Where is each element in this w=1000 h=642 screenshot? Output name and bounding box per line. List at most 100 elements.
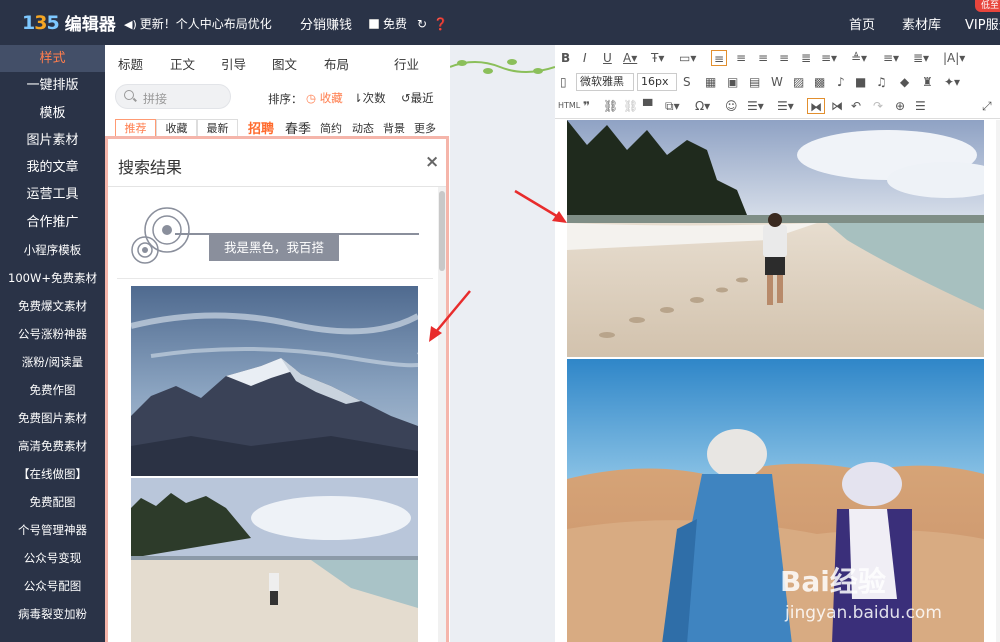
undo-icon[interactable]: ↶	[851, 98, 861, 114]
unordered-list-icon[interactable]: ☰▾	[777, 98, 794, 114]
sidebar-item-ops-tools[interactable]: 运营工具	[0, 181, 105, 208]
merge-icon[interactable]: ⧒	[831, 98, 843, 114]
sidebar-item-one-click-layout[interactable]: 一键排版	[0, 72, 105, 99]
logo[interactable]: 135 编辑器	[22, 10, 116, 36]
beach-image[interactable]	[567, 120, 984, 357]
table-icon[interactable]: ▦	[705, 74, 716, 90]
sidebar-item-free-images[interactable]: 免费图片素材	[0, 404, 105, 432]
mountain-photo[interactable]	[131, 286, 418, 476]
align-right-icon[interactable]: ≡	[758, 50, 768, 66]
highlight-icon[interactable]: ▭▾	[679, 50, 696, 66]
sidebar-item-hd-assets[interactable]: 高清免费素材	[0, 432, 105, 460]
sort-favorites[interactable]: ◷ 收藏	[306, 90, 343, 106]
sidebar-item-miniapp[interactable]: 小程序模板	[0, 236, 105, 264]
word-icon[interactable]: W	[771, 74, 783, 90]
mic-icon[interactable]: ♪	[837, 74, 845, 90]
sidebar-item-viral-assets[interactable]: 免费爆文素材	[0, 292, 105, 320]
align-left-icon[interactable]: ≡	[711, 50, 728, 66]
sidebar-item-monetize[interactable]: 公众号变现	[0, 544, 105, 572]
tag-dynamic[interactable]: 动态	[352, 120, 374, 136]
sidebar-item-free-assets[interactable]: 100W+免费素材	[0, 264, 105, 292]
align-center-icon[interactable]: ≡	[736, 50, 746, 66]
magic-icon[interactable]: ✦▾	[944, 74, 960, 90]
paint-icon[interactable]: ▀	[643, 98, 652, 114]
dialog-scroll-thumb[interactable]	[439, 191, 445, 271]
format-painter-icon[interactable]: ♜	[922, 74, 933, 90]
filter-newest[interactable]: 最新	[197, 119, 238, 137]
image-icon[interactable]: ▣	[727, 74, 738, 90]
sidebar-item-templates[interactable]: 模板	[0, 100, 105, 127]
sidebar-item-online-design[interactable]: 【在线做图】	[0, 460, 105, 488]
emoji-icon[interactable]: ☺	[725, 98, 738, 114]
redo-icon[interactable]: ↷	[873, 98, 883, 114]
editor-scrollbar[interactable]	[996, 120, 1000, 642]
nav-home[interactable]: 首页	[849, 14, 875, 33]
tab-body[interactable]: 正文	[170, 54, 195, 73]
paragraph-icon[interactable]: ☰	[915, 98, 926, 114]
sidebar-item-free-design[interactable]: 免费作图	[0, 376, 105, 404]
tag-background[interactable]: 背景	[383, 120, 405, 136]
split-icon[interactable]: ⧓	[807, 98, 825, 114]
letter-spacing-icon[interactable]: ≣▾	[913, 50, 929, 66]
font-color-icon[interactable]: A▾	[623, 50, 637, 66]
sidebar-item-images[interactable]: 图片素材	[0, 127, 105, 154]
affiliate-link[interactable]: 分销赚钱	[300, 14, 352, 33]
nav-vip[interactable]: VIP服务	[965, 14, 1000, 33]
fullscreen-icon[interactable]: ⤢	[982, 98, 992, 114]
refresh-icon[interactable]: ↻	[417, 17, 427, 31]
desert-image[interactable]	[567, 359, 984, 642]
text-width-icon[interactable]: |A|▾	[943, 50, 965, 66]
bold-icon[interactable]: B	[561, 50, 570, 66]
spacing-icon[interactable]: ≜▾	[851, 50, 867, 66]
help-icon[interactable]: ❓	[433, 17, 448, 31]
line-height-icon[interactable]: ≡▾	[821, 50, 837, 66]
tab-title[interactable]: 标题	[118, 54, 143, 73]
sort-count[interactable]: ⇂次数	[353, 90, 386, 106]
ordered-list-icon[interactable]: ☰▾	[747, 98, 764, 114]
nav-materials[interactable]: 素材库	[902, 14, 941, 33]
sidebar-item-gzh-pics[interactable]: 公众号配图	[0, 572, 105, 600]
font-size-select[interactable]: 16px	[637, 73, 677, 91]
tab-layout[interactable]: 布局	[324, 54, 349, 73]
tag-simple[interactable]: 简约	[320, 120, 342, 136]
tag-spring[interactable]: 春季	[285, 118, 311, 137]
font-bg-icon[interactable]: Ŧ▾	[651, 50, 664, 66]
new-doc-icon[interactable]: ▯	[560, 74, 567, 90]
unlink-icon[interactable]: ⛓	[623, 98, 638, 114]
sidebar-item-account-manager[interactable]: 个号管理神器	[0, 516, 105, 544]
tab-image-text[interactable]: 图文	[272, 54, 297, 73]
html-button[interactable]: HTML	[558, 98, 580, 114]
italic-icon[interactable]: I	[583, 50, 587, 66]
zoom-icon[interactable]: ⊕	[895, 98, 905, 114]
search-input[interactable]: 拼接	[115, 84, 231, 109]
update-notice[interactable]: ◀) 更新！个人中心布局优化	[124, 15, 272, 32]
quote-icon[interactable]: ❞	[583, 98, 590, 114]
close-icon[interactable]: ×	[425, 152, 439, 172]
tab-industry[interactable]: 行业	[394, 54, 419, 73]
free-checkbox[interactable]	[369, 18, 379, 29]
multi-image-icon[interactable]: ▤	[749, 74, 760, 90]
font-family-select[interactable]: 微软雅黑	[576, 73, 634, 91]
tab-guide[interactable]: 引导	[221, 54, 246, 73]
gallery-icon[interactable]: ▩	[814, 74, 825, 90]
sort-recent[interactable]: ↺最近	[401, 90, 434, 106]
sidebar-item-free-pics[interactable]: 免费配图	[0, 488, 105, 516]
underline-icon[interactable]: U	[603, 50, 612, 66]
sidebar-item-fan-tool[interactable]: 公号涨粉神器	[0, 320, 105, 348]
sidebar-item-partners[interactable]: 合作推广	[0, 209, 105, 236]
para-spacing-icon[interactable]: ≡▾	[883, 50, 899, 66]
tag-icon[interactable]: ◆	[900, 74, 909, 90]
insert-icon[interactable]: ⧉▾	[665, 98, 680, 114]
link-icon[interactable]: ⛓	[603, 98, 618, 114]
editor-content[interactable]: Bai经验 jingyan.baidu.com	[567, 120, 984, 642]
picture-icon[interactable]: ▨	[793, 74, 804, 90]
sidebar-item-viral-fans[interactable]: 病毒裂变加粉	[0, 600, 105, 628]
free-toggle[interactable]: 免费 ↻ ❓	[369, 15, 448, 32]
sidebar-item-reads[interactable]: 涨粉/阅读量	[0, 348, 105, 376]
omega-icon[interactable]: Ω▾	[695, 98, 710, 114]
sidebar-item-styles[interactable]: 样式	[0, 45, 105, 73]
strikethrough-icon[interactable]: S	[683, 74, 691, 90]
music-icon[interactable]: ♫	[876, 74, 887, 90]
filter-favorites[interactable]: 收藏	[156, 119, 197, 137]
filter-recommended[interactable]: 推荐	[115, 119, 156, 137]
